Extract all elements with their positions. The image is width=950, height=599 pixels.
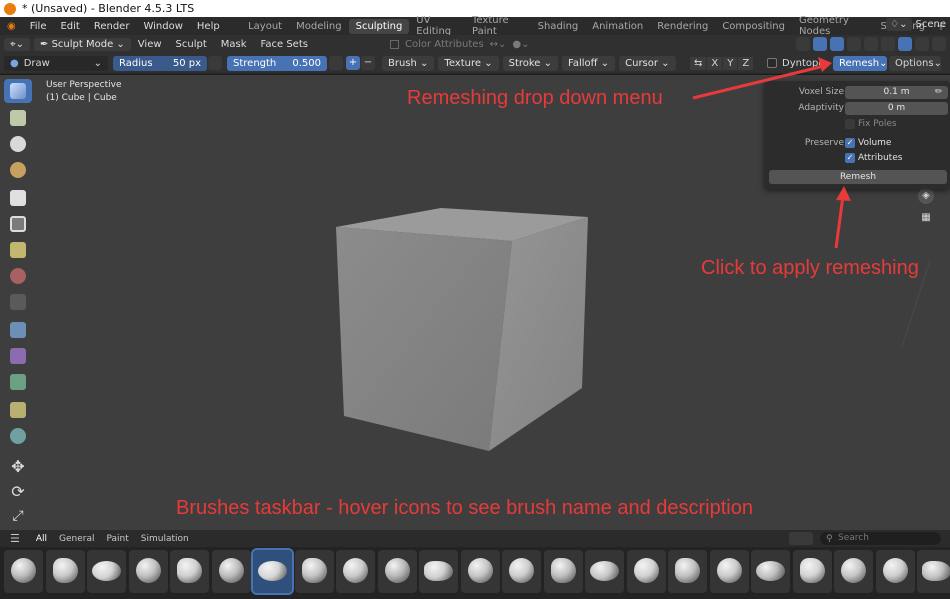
brush-thumbnail[interactable]: [585, 550, 624, 593]
brush-preview-icon: [590, 561, 619, 581]
brush-thumbnail[interactable]: [336, 550, 375, 593]
shelf-view-toggle[interactable]: [789, 532, 813, 545]
brush-thumbnail[interactable]: [128, 550, 168, 593]
brush-preview-icon: [258, 561, 287, 581]
annotation-brushes: Brushes taskbar - hover icons to see bru…: [176, 497, 753, 519]
brush-thumbnail[interactable]: [502, 550, 541, 593]
brush-thumbnail[interactable]: [419, 550, 458, 593]
brush-thumbnail[interactable]: [917, 550, 950, 593]
brush-preview-icon: [11, 558, 36, 583]
brush-preview-icon: [218, 558, 244, 583]
remesh-menu-arrow: [692, 64, 825, 100]
brush-thumbnail[interactable]: [377, 550, 417, 593]
brush-thumbnail[interactable]: [45, 550, 85, 593]
brush-preview-icon: [922, 561, 950, 581]
brush-preview-icon: [882, 558, 908, 583]
brush-thumbnail[interactable]: [251, 548, 294, 595]
brush-preview-icon: [799, 558, 825, 583]
brush-preview-icon: [135, 558, 161, 583]
shelf-tab-all[interactable]: All: [30, 534, 53, 544]
brush-thumbnail[interactable]: [170, 550, 209, 593]
brush-thumbnail[interactable]: [668, 550, 707, 593]
brush-preview-icon: [716, 558, 742, 583]
remesh-menu-arrowhead: [818, 57, 832, 72]
search-icon: ⚲: [826, 533, 833, 544]
brush-preview-icon: [675, 558, 700, 583]
brush-thumbnail[interactable]: [211, 550, 251, 593]
shelf-tab-paint[interactable]: Paint: [101, 534, 135, 544]
brush-thumbnail[interactable]: [543, 550, 583, 593]
apply-arrow: [834, 195, 845, 249]
brush-thumbnail[interactable]: [4, 550, 43, 593]
annotation-apply: Click to apply remeshing: [701, 257, 919, 279]
brush-preview-icon: [467, 558, 493, 583]
shelf-tab-simulation[interactable]: Simulation: [135, 534, 195, 544]
brush-search-input[interactable]: Search: [820, 532, 941, 545]
brush-preview-icon: [633, 558, 659, 583]
brush-thumbnail[interactable]: [834, 550, 873, 593]
brush-preview-icon: [177, 558, 202, 583]
shelf-menu-icon[interactable]: ☰: [0, 532, 30, 545]
apply-arrowhead: [836, 186, 851, 201]
brush-preview-icon: [301, 558, 327, 583]
brush-thumbnail[interactable]: [751, 550, 790, 593]
brush-thumbnail[interactable]: [460, 550, 500, 593]
brush-preview-icon: [756, 561, 785, 581]
brush-preview-icon: [550, 558, 576, 583]
brush-thumbnail[interactable]: [709, 550, 749, 593]
brush-preview-icon: [509, 558, 534, 583]
brush-preview-icon: [424, 561, 453, 581]
brush-shelf: [0, 547, 950, 599]
brush-thumbnail[interactable]: [87, 550, 126, 593]
brush-preview-icon: [343, 558, 368, 583]
brush-preview-icon: [841, 558, 866, 583]
brush-thumbnail[interactable]: [626, 550, 666, 593]
brush-thumbnail[interactable]: [875, 550, 915, 593]
brush-thumbnail[interactable]: [792, 550, 832, 593]
brush-preview-icon: [92, 561, 121, 581]
brush-thumbnail[interactable]: [294, 550, 334, 593]
shelf-tab-general[interactable]: General: [53, 534, 100, 544]
brush-preview-icon: [384, 558, 410, 583]
brush-preview-icon: [52, 558, 78, 583]
annotation-remesh-menu: Remeshing drop down menu: [407, 87, 663, 109]
brush-shelf-header: ☰ All General Paint Simulation Search ⚲: [0, 530, 950, 547]
